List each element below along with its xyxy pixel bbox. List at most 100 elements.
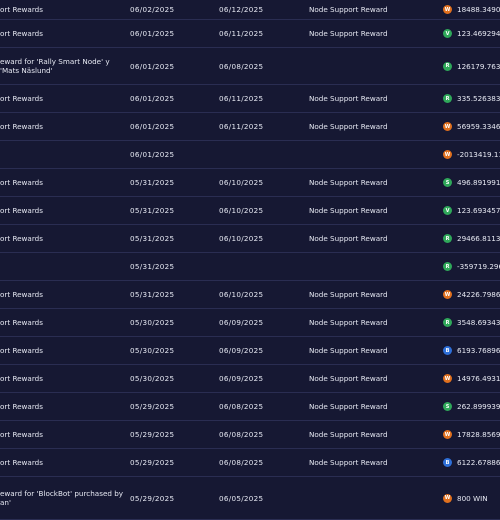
type-cell (309, 48, 429, 84)
table-row[interactable]: ort Rewards 05/29/2025 06/08/2025 Node Supp… (0, 449, 500, 477)
amount-cell: S 262.899939 (443, 393, 500, 420)
type-cell: Node Support Reward (309, 20, 429, 47)
amount-value: 262.899939 (457, 402, 500, 411)
type-cell-text: Node Support Reward (309, 346, 388, 355)
date-cell: 05/31/2025 (130, 225, 210, 252)
description-cell-text: eward for 'Rally Smart Node' y 'Mats Näs… (0, 57, 110, 75)
description-cell: ort Rewards (0, 113, 125, 140)
date-cell-text: 05/30/2025 (130, 374, 175, 383)
table-row[interactable]: ort Rewards 06/02/2025 06/12/2025 Node Supp… (0, 0, 500, 20)
description-cell-text: ort Rewards (0, 346, 43, 355)
unlock-date-cell-text: 06/10/2025 (219, 206, 264, 215)
table-row[interactable]: ort Rewards 05/30/2025 06/09/2025 Node Supp… (0, 365, 500, 393)
type-cell: Node Support Reward (309, 421, 429, 448)
amount-cell: B 6122.67886 (443, 449, 500, 476)
description-cell: ort Rewards (0, 281, 125, 308)
amount-value: 6193.768961 (457, 346, 500, 355)
unlock-date-cell: 06/08/2025 (219, 48, 299, 84)
coin-icon: R (443, 262, 452, 271)
table-row[interactable]: 05/31/2025 R -359719.2967 (0, 253, 500, 281)
coin-icon: V (443, 206, 452, 215)
amount-value: 496.891991 (457, 178, 500, 187)
date-cell: 06/01/2025 (130, 20, 210, 47)
type-cell: Node Support Reward (309, 113, 429, 140)
table-row[interactable]: ort Rewards 05/29/2025 06/08/2025 Node Supp… (0, 421, 500, 449)
table-row[interactable]: ort Rewards 06/01/2025 06/11/2025 Node Supp… (0, 85, 500, 113)
amount-cell: V 123.469294 (443, 20, 500, 47)
amount-value: -359719.2967 (457, 262, 500, 271)
description-cell: ort Rewards (0, 85, 125, 112)
description-cell: ort Rewards (0, 225, 125, 252)
date-cell-text: 05/29/2025 (130, 430, 175, 439)
amount-value: 335.526383 (457, 94, 500, 103)
table-row[interactable]: ort Rewards 05/31/2025 06/10/2025 Node Supp… (0, 281, 500, 309)
description-cell-text: ort Rewards (0, 402, 43, 411)
description-cell-text: ort Rewards (0, 234, 43, 243)
table-row[interactable]: eward for 'BlockBot' purchased by an' 05/… (0, 477, 500, 520)
date-cell: 05/31/2025 (130, 197, 210, 224)
date-cell: 05/31/2025 (130, 253, 210, 280)
amount-value: 24226.79864 (457, 290, 500, 299)
date-cell-text: 06/01/2025 (130, 61, 175, 71)
amount-value: 17828.85696 (457, 430, 500, 439)
unlock-date-cell: 06/08/2025 (219, 393, 299, 420)
type-cell-text: Node Support Reward (309, 29, 388, 38)
table-row[interactable]: ort Rewards 06/01/2025 06/11/2025 Node Supp… (0, 113, 500, 141)
amount-cell: W 18488.34900 (443, 0, 500, 19)
table-row[interactable]: ort Rewards 05/31/2025 06/10/2025 Node Supp… (0, 169, 500, 197)
table-row[interactable]: ort Rewards 05/31/2025 06/10/2025 Node Supp… (0, 225, 500, 253)
coin-icon: R (443, 61, 452, 71)
type-cell-text: Node Support Reward (309, 430, 388, 439)
type-cell: Node Support Reward (309, 85, 429, 112)
table-row[interactable]: ort Rewards 05/30/2025 06/09/2025 Node Supp… (0, 337, 500, 365)
date-cell-text: 05/30/2025 (130, 346, 175, 355)
type-cell (309, 477, 429, 519)
date-cell: 05/30/2025 (130, 337, 210, 364)
coin-icon: W (443, 290, 452, 299)
unlock-date-cell: 06/12/2025 (219, 0, 299, 19)
description-cell: ort Rewards (0, 169, 125, 196)
unlock-date-cell: 06/11/2025 (219, 113, 299, 140)
type-cell-text: Node Support Reward (309, 178, 388, 187)
table-row[interactable]: 06/01/2025 W -2013419.1127 (0, 141, 500, 169)
amount-value: 123.693457 (457, 206, 500, 215)
description-cell-text: eward for 'BlockBot' purchased by an' (0, 489, 124, 507)
table-row[interactable]: ort Rewards 05/30/2025 06/09/2025 Node Supp… (0, 309, 500, 337)
unlock-date-cell: 06/10/2025 (219, 281, 299, 308)
type-cell-text: Node Support Reward (309, 5, 388, 14)
unlock-date-cell-text: 06/08/2025 (219, 402, 264, 411)
date-cell: 05/31/2025 (130, 169, 210, 196)
table-row[interactable]: ort Rewards 05/31/2025 06/10/2025 Node Supp… (0, 197, 500, 225)
type-cell-text: Node Support Reward (309, 234, 388, 243)
type-cell-text: Node Support Reward (309, 402, 388, 411)
amount-cell: B 6193.768961 (443, 337, 500, 364)
amount-cell: W 56959.33466 (443, 113, 500, 140)
amount-cell: W 800 WIN (443, 477, 500, 519)
unlock-date-cell-text: 06/11/2025 (219, 122, 264, 131)
amount-cell: R 335.526383 (443, 85, 500, 112)
unlock-date-cell: 06/08/2025 (219, 421, 299, 448)
unlock-date-cell-text: 06/12/2025 (219, 5, 264, 14)
table-row[interactable]: ort Rewards 05/29/2025 06/08/2025 Node Supp… (0, 393, 500, 421)
table-row[interactable]: eward for 'Rally Smart Node' y 'Mats Näs… (0, 48, 500, 85)
unlock-date-cell-text: 06/10/2025 (219, 178, 264, 187)
amount-value: 56959.33466 (457, 122, 500, 131)
date-cell-text: 06/01/2025 (130, 122, 175, 131)
unlock-date-cell-text: 06/09/2025 (219, 374, 264, 383)
table-row[interactable]: ort Rewards 06/01/2025 06/11/2025 Node Supp… (0, 20, 500, 48)
amount-cell: R 126179.76313 (443, 48, 500, 84)
unlock-date-cell-text: 06/10/2025 (219, 234, 264, 243)
date-cell-text: 06/01/2025 (130, 94, 175, 103)
date-cell: 05/29/2025 (130, 477, 210, 519)
description-cell: eward for 'Rally Smart Node' y 'Mats Näs… (0, 48, 125, 84)
amount-cell: R 29466.81139 (443, 225, 500, 252)
type-cell: Node Support Reward (309, 393, 429, 420)
date-cell-text: 05/31/2025 (130, 206, 175, 215)
rewards-table: ort Rewards 06/02/2025 06/12/2025 Node Supp… (0, 0, 500, 520)
date-cell: 06/01/2025 (130, 48, 210, 84)
unlock-date-cell-text: 06/11/2025 (219, 29, 264, 38)
type-cell-text: Node Support Reward (309, 374, 388, 383)
date-cell: 06/01/2025 (130, 113, 210, 140)
type-cell: Node Support Reward (309, 337, 429, 364)
type-cell-text: Node Support Reward (309, 290, 388, 299)
